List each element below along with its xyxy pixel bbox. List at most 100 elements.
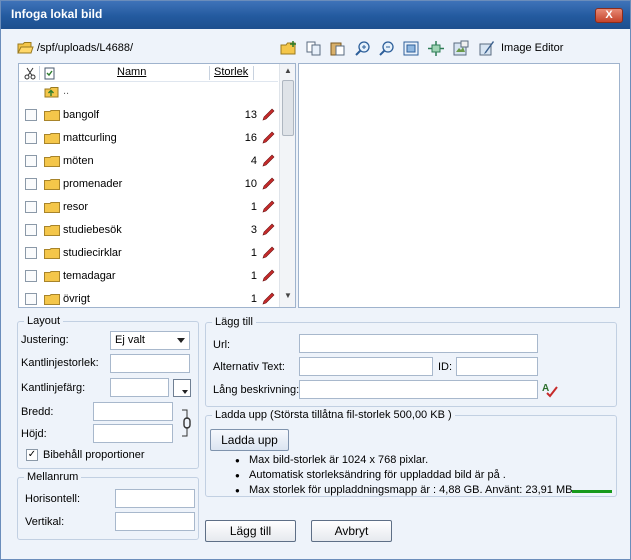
cancel-button[interactable]: Avbryt [311, 520, 392, 542]
image-properties-icon[interactable] [452, 40, 470, 57]
rename-pencil-icon[interactable] [261, 223, 275, 237]
folder-size: 13 [244, 109, 257, 121]
alignment-label: Justering: [21, 334, 69, 346]
fit-to-window-icon[interactable] [402, 40, 420, 57]
folder-icon [44, 110, 60, 121]
rename-pencil-icon[interactable] [261, 269, 275, 283]
list-item[interactable]: promenader 10 [19, 173, 278, 196]
row-checkbox[interactable] [25, 201, 37, 213]
scroll-thumb[interactable] [282, 80, 294, 136]
image-editor-icon[interactable] [478, 40, 496, 57]
rename-pencil-icon[interactable] [261, 246, 275, 260]
row-checkbox[interactable] [25, 132, 37, 144]
folder-name[interactable]: studiebesök [63, 224, 122, 236]
close-button[interactable]: X [595, 8, 623, 23]
border-size-field[interactable] [110, 354, 190, 373]
parent-folder-row[interactable]: .. [19, 83, 278, 106]
row-checkbox[interactable] [25, 247, 37, 259]
paste-icon[interactable] [329, 40, 347, 57]
insert-button[interactable]: Lägg till [205, 520, 296, 542]
id-field[interactable] [456, 357, 538, 376]
upload-legend: Ladda upp (Största tillåtna fil-storlek … [215, 409, 452, 421]
alt-text-label: Alternativ Text: [213, 361, 285, 373]
folder-name[interactable]: temadagar [63, 270, 116, 282]
header-separator [209, 66, 210, 80]
list-item[interactable]: temadagar 1 [19, 265, 278, 288]
url-field[interactable] [299, 334, 538, 353]
svg-text:A: A [542, 383, 549, 394]
width-field[interactable] [93, 402, 173, 421]
select-all-icon[interactable] [44, 67, 56, 80]
rename-pencil-icon[interactable] [261, 200, 275, 214]
folder-name[interactable]: möten [63, 155, 94, 167]
row-checkbox[interactable] [25, 293, 37, 305]
image-editor-label[interactable]: Image Editor [501, 42, 563, 54]
actual-size-icon[interactable] [427, 40, 445, 57]
cut-icon[interactable] [24, 67, 36, 80]
long-description-label: Lång beskrivning: [213, 384, 300, 396]
list-item[interactable]: bangolf 13 [19, 104, 278, 127]
list-item[interactable]: studiebesök 3 [19, 219, 278, 242]
insert-image-dialog: Infoga lokal bild X /spf/uploads/L4688/ … [0, 0, 631, 560]
parent-folder-label: .. [63, 85, 70, 97]
spacing-legend: Mellanrum [27, 471, 79, 483]
list-item[interactable]: möten 4 [19, 150, 278, 173]
row-checkbox[interactable] [25, 178, 37, 190]
list-item[interactable]: övrigt 1 [19, 288, 278, 307]
toolbar: Image Editor [280, 39, 620, 59]
new-folder-icon[interactable] [280, 40, 298, 57]
parent-folder-icon [44, 87, 59, 98]
upload-button[interactable]: Ladda upp [210, 429, 289, 451]
vertical-label: Vertikal: [25, 516, 65, 528]
link-proportions-icon[interactable] [181, 408, 191, 438]
row-checkbox[interactable] [25, 155, 37, 167]
keep-proportions-checkbox[interactable]: ✓ [26, 449, 38, 461]
copy-icon[interactable] [305, 40, 323, 57]
list-item[interactable]: mattcurling 16 [19, 127, 278, 150]
folder-name[interactable]: bangolf [63, 109, 99, 121]
zoom-out-icon[interactable] [378, 40, 396, 57]
rename-pencil-icon[interactable] [261, 108, 275, 122]
folder-icon [44, 294, 60, 305]
folder-name[interactable]: promenader [63, 178, 122, 190]
folder-icon [44, 248, 60, 259]
scroll-down-arrow-icon[interactable]: ▼ [280, 291, 295, 305]
height-field[interactable] [93, 424, 173, 443]
list-item[interactable]: studiecirklar 1 [19, 242, 278, 265]
row-checkbox[interactable] [25, 109, 37, 121]
spellcheck-icon[interactable]: A [541, 381, 559, 399]
header-size[interactable]: Storlek [214, 66, 248, 78]
alignment-select[interactable]: Ej valt [110, 331, 190, 350]
folder-name[interactable]: övrigt [63, 293, 90, 305]
folder-name[interactable]: studiecirklar [63, 247, 122, 259]
zoom-in-icon[interactable] [354, 40, 372, 57]
rename-pencil-icon[interactable] [261, 292, 275, 306]
alt-text-field[interactable] [299, 357, 433, 376]
rename-pencil-icon[interactable] [261, 131, 275, 145]
list-item[interactable]: resor 1 [19, 196, 278, 219]
chevron-down-icon [177, 338, 185, 343]
folder-size: 10 [244, 178, 257, 190]
border-color-field[interactable] [110, 378, 169, 397]
image-preview-pane [298, 63, 620, 308]
keep-proportions-label: Bibehåll proportioner [43, 449, 145, 461]
chevron-down-icon [182, 390, 188, 394]
height-label: Höjd: [21, 428, 47, 440]
folder-name[interactable]: mattcurling [63, 132, 117, 144]
long-description-field[interactable] [299, 380, 538, 399]
row-checkbox[interactable] [25, 270, 37, 282]
vertical-spacing-field[interactable] [115, 512, 195, 531]
url-label: Url: [213, 339, 231, 351]
file-list-scrollbar[interactable]: ▲ ▼ [279, 64, 295, 307]
header-name[interactable]: Namn [117, 66, 146, 78]
id-label: ID: [438, 361, 453, 373]
scroll-up-arrow-icon[interactable]: ▲ [280, 66, 295, 80]
rename-pencil-icon[interactable] [261, 154, 275, 168]
horizontal-spacing-field[interactable] [115, 489, 195, 508]
file-list[interactable]: Namn Storlek .. bangolf 13 mattcurling 1… [18, 63, 296, 308]
folder-name[interactable]: resor [63, 201, 88, 213]
color-picker-button[interactable] [173, 379, 191, 397]
row-checkbox[interactable] [25, 224, 37, 236]
rename-pencil-icon[interactable] [261, 177, 275, 191]
current-path: /spf/uploads/L4688/ [37, 42, 134, 54]
